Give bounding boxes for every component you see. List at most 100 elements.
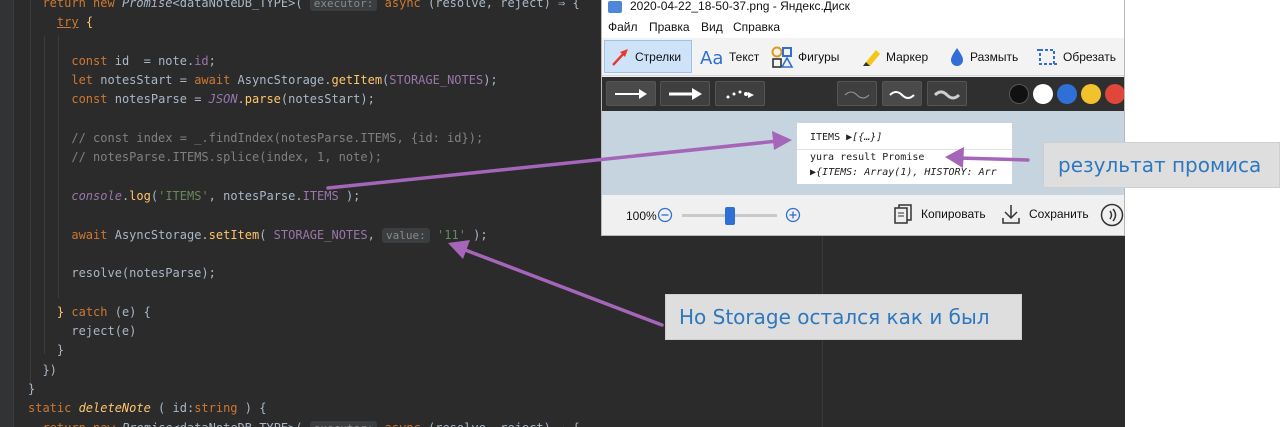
code-token: log — [129, 188, 151, 203]
code-token: ); — [338, 188, 361, 203]
code-token: { — [85, 15, 94, 30]
marker-tool-icon — [863, 49, 880, 66]
code-token: getItem — [331, 73, 383, 88]
code-token: (resolve, reject) ⇒ { — [421, 421, 580, 427]
tool-text-button[interactable]: Aa Текст — [695, 40, 763, 73]
code-token: <dataNoteDB_TYPE>( — [172, 0, 310, 10]
code-token: resolve(notesParse); — [28, 266, 216, 281]
code-token: '11' — [437, 227, 466, 242]
screenshot-viewer-window[interactable]: 2020-04-22_18-50-37.png - Яндекс.Диск Фа… — [601, 0, 1125, 236]
code-token: await — [194, 73, 238, 88]
color-swatch-black[interactable] — [1009, 84, 1029, 104]
line-width-thin-button[interactable] — [837, 81, 877, 106]
line-width-medium-button[interactable] — [882, 81, 922, 106]
line-width-thick-button[interactable] — [927, 81, 967, 106]
code-token: Promise — [121, 0, 173, 10]
arrow-style-thick-button[interactable] — [660, 81, 710, 106]
color-swatch-red[interactable] — [1105, 84, 1124, 104]
code-line[interactable] — [28, 245, 1125, 264]
code-token: ); — [483, 73, 498, 88]
tool-arrows-button[interactable]: Стрелки — [604, 40, 692, 73]
code-token: setItem — [208, 227, 260, 242]
parameter-hint: executor: — [309, 0, 378, 11]
code-line[interactable]: resolve(notesParse); — [28, 264, 1125, 283]
code-token: }) — [28, 362, 57, 377]
shapes-tool-icon — [771, 46, 794, 68]
code-token: const — [71, 92, 115, 107]
code-token: id = note. — [114, 53, 195, 68]
code-token: return — [42, 0, 94, 10]
code-token: new — [93, 421, 122, 427]
code-token: string — [194, 401, 238, 416]
tool-shapes-button[interactable]: Фигуры — [766, 40, 843, 73]
code-token: (e) { — [107, 304, 151, 319]
menu-help[interactable]: Справка — [733, 20, 780, 34]
thick-wave-icon — [933, 90, 961, 99]
code-line[interactable]: return new Promise<dataNoteDB_TYPE>( exe… — [28, 419, 1125, 427]
console-items-value: [{…}] — [852, 132, 883, 143]
app-icon — [608, 1, 622, 13]
window-titlebar[interactable]: 2020-04-22_18-50-37.png - Яндекс.Диск — [602, 0, 1124, 16]
code-token: const — [71, 53, 115, 68]
menu-edit[interactable]: Правка — [649, 20, 690, 34]
code-token: AsyncStorage. — [237, 73, 332, 88]
tool-blur-button[interactable]: Размыть — [944, 40, 1022, 73]
code-token: return — [42, 421, 93, 427]
copy-button[interactable]: Копировать — [893, 203, 986, 225]
zoom-slider-thumb[interactable] — [724, 207, 735, 225]
code-token: notesStart = — [100, 73, 195, 88]
code-line[interactable]: static deleteNote ( id:string ) { — [28, 399, 1125, 418]
tool-crop-button[interactable]: Обрезать — [1031, 40, 1120, 73]
code-token: AsyncStorage. — [114, 227, 209, 242]
console-object-value: {ITEMS: Array(1), HISTORY: Arr — [816, 167, 997, 178]
code-token: console — [71, 188, 122, 203]
zoom-out-icon[interactable] — [657, 207, 673, 223]
color-swatch-white[interactable] — [1033, 84, 1053, 104]
code-token: Promise — [122, 421, 173, 427]
viewer-bottom-bar: 100% Копировать Сохранить — [602, 195, 1124, 235]
callout-promise-result: результат промиса — [1043, 142, 1280, 188]
tool-crop-label: Обрезать — [1063, 49, 1116, 64]
code-line[interactable]: } — [28, 341, 1125, 360]
parameter-hint: executor: — [309, 420, 378, 427]
code-token: <dataNoteDB_TYPE>( — [173, 421, 310, 427]
code-line[interactable]: } — [28, 380, 1125, 399]
save-button[interactable]: Сохранить — [1001, 203, 1089, 225]
color-swatch-yellow[interactable] — [1081, 84, 1101, 104]
menu-view[interactable]: Вид — [701, 20, 723, 34]
code-token: , notesParse. — [208, 188, 303, 203]
tool-marker-button[interactable]: Маркер — [856, 40, 932, 73]
menu-file[interactable]: Файл — [608, 20, 638, 34]
code-token: ( id: — [150, 401, 195, 416]
console-row-object: ▶{ITEMS: Array(1), HISTORY: Arr — [810, 167, 997, 178]
code-token: JSON — [208, 92, 238, 107]
tool-marker-label: Маркер — [886, 49, 929, 64]
code-token: (notesStart); — [280, 92, 375, 107]
color-swatch-blue[interactable] — [1057, 84, 1077, 104]
crop-tool-icon — [1037, 48, 1057, 65]
code-token: (resolve, reject) ⇒ { — [420, 0, 580, 10]
arrow-style-dotted-button[interactable] — [715, 81, 765, 106]
tool-options-bar — [602, 77, 1124, 111]
code-line[interactable]: }) — [28, 361, 1125, 380]
share-icon[interactable] — [1100, 203, 1124, 227]
zoom-in-icon[interactable] — [785, 207, 801, 223]
dotted-arrow-icon — [726, 90, 754, 98]
code-token: } — [28, 343, 65, 358]
code-token: STORAGE_NOTES — [273, 227, 368, 242]
save-label: Сохранить — [1029, 207, 1089, 221]
arrow-style-thin-button[interactable] — [606, 81, 656, 106]
code-token: notesParse = — [114, 92, 209, 107]
code-token: , — [367, 227, 383, 242]
tool-text-label: Текст — [729, 49, 760, 64]
code-token: ) { — [237, 401, 267, 416]
code-token: } — [28, 381, 36, 396]
